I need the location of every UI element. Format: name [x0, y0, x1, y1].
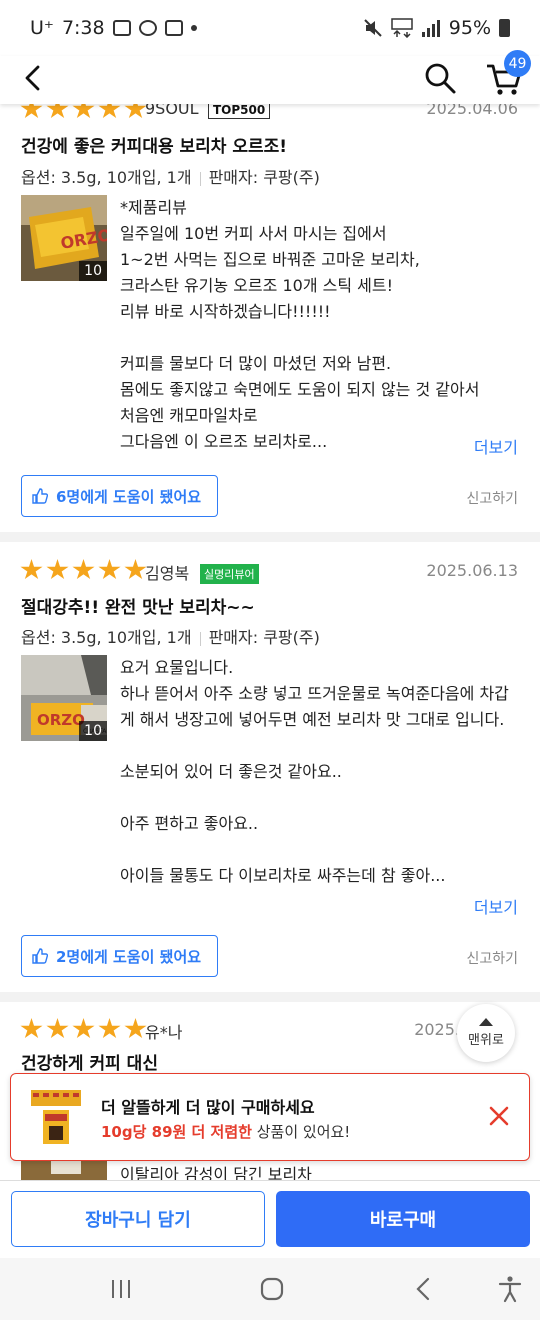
cart-count-badge: 49: [504, 50, 531, 77]
more-link[interactable]: 더보기: [474, 894, 518, 918]
star-icon: [46, 559, 69, 580]
seller-text: 판매자: 쿠팡(주): [208, 168, 320, 187]
buy-now-button[interactable]: 바로구매: [276, 1191, 530, 1247]
accessibility-icon[interactable]: [495, 1274, 525, 1304]
star-rating: [20, 559, 147, 581]
star-icon: [98, 559, 121, 580]
review-photo[interactable]: ORZO CRASTAN 10: [21, 655, 107, 741]
review-date: 2025.: [414, 1020, 460, 1039]
helpful-button[interactable]: 2명에게 도움이 됐어요: [21, 935, 218, 977]
helpful-button[interactable]: 6명에게 도움이 됐어요: [21, 475, 218, 517]
promo-highlight: 10g당 89원 더 저렴한: [101, 1123, 252, 1141]
review-body: 요거 요물입니다. 하나 뜯어서 아주 소량 넣고 뜨거운물로 녹여준다음에 차…: [120, 658, 509, 885]
review-title: 건강하게 커피 대신: [21, 1054, 158, 1074]
home-icon[interactable]: [257, 1274, 287, 1304]
scroll-to-top-label: 맨위로: [468, 1033, 504, 1048]
star-icon: [46, 1018, 69, 1039]
review-title: 건강에 좋은 커피대용 보리차 오르조!: [21, 137, 288, 157]
review-photo[interactable]: ORZO 10: [21, 195, 107, 281]
reviewer-badge: 실명리뷰어: [200, 564, 259, 584]
star-icon: [20, 1018, 43, 1039]
star-icon: [20, 559, 43, 580]
section-divider: [0, 532, 540, 542]
search-icon[interactable]: [422, 60, 458, 96]
promo-subtitle: 10g당 89원 더 저렴한 상품이 있어요!: [101, 1121, 350, 1142]
report-link[interactable]: 신고하기: [466, 488, 518, 508]
close-icon[interactable]: [487, 1104, 511, 1128]
arrow-up-icon: [479, 1018, 493, 1026]
review-option: 옵션: 3.5g, 10개입, 1개 판매자: 쿠팡(주): [21, 624, 320, 648]
review-date: 2025.06.13: [426, 561, 518, 580]
promo-title: 더 알뜰하게 더 많이 구매하세요: [101, 1098, 315, 1117]
purchase-bar: 장바구니 담기 바로구매: [0, 1180, 540, 1258]
thumbs-up-icon: [32, 488, 48, 504]
review-option: 옵션: 3.5g, 10개입, 1개 판매자: 쿠팡(주): [21, 164, 320, 188]
section-divider: [0, 992, 540, 1002]
review-body: *제품리뷰 일주일에 10번 커피 사서 마시는 집에서 1~2번 사먹는 집으…: [120, 198, 480, 451]
promo-subtitle-rest: 상품이 있어요!: [251, 1123, 351, 1141]
more-link[interactable]: 더보기: [474, 434, 518, 458]
promo-product-image: [31, 1090, 81, 1144]
option-text: 옵션: 3.5g, 10개입, 1개: [21, 628, 192, 647]
scroll-to-top-button[interactable]: 맨위로: [457, 1004, 515, 1062]
helpful-label: 6명에게 도움이 됐어요: [56, 487, 202, 506]
helpful-label: 2명에게 도움이 됐어요: [56, 947, 202, 966]
svg-text:ORZO: ORZO: [37, 711, 85, 729]
thumbs-up-icon: [32, 948, 48, 964]
review-title: 절대강추!! 완전 맛난 보리차~~: [21, 598, 255, 618]
star-icon: [72, 559, 95, 580]
report-link[interactable]: 신고하기: [466, 948, 518, 968]
reviewer-name: 유*나: [145, 1023, 183, 1042]
app-header: 49: [0, 50, 540, 104]
reviewer-name: 김영복: [145, 564, 190, 583]
star-rating: [20, 1018, 147, 1040]
promo-banner[interactable]: 더 알뜰하게 더 많이 구매하세요 10g당 89원 더 저렴한 상품이 있어요…: [10, 1073, 530, 1161]
system-nav-bar: [0, 1258, 540, 1320]
divider: [199, 171, 201, 186]
review-body: 이탈리아 감성이 담긴 보리차: [120, 1165, 312, 1182]
star-icon: [72, 1018, 95, 1039]
add-to-cart-button[interactable]: 장바구니 담기: [11, 1191, 265, 1247]
seller-text: 판매자: 쿠팡(주): [208, 628, 320, 647]
divider: [199, 631, 201, 646]
back-arrow-icon[interactable]: [18, 62, 50, 94]
star-icon: [124, 559, 147, 580]
photo-count: 10: [79, 261, 107, 281]
photo-count: 10: [79, 721, 107, 741]
option-text: 옵션: 3.5g, 10개입, 1개: [21, 168, 192, 187]
nav-back-icon[interactable]: [409, 1274, 439, 1304]
star-icon: [124, 1018, 147, 1039]
star-icon: [98, 1018, 121, 1039]
recent-apps-icon[interactable]: [106, 1274, 136, 1304]
